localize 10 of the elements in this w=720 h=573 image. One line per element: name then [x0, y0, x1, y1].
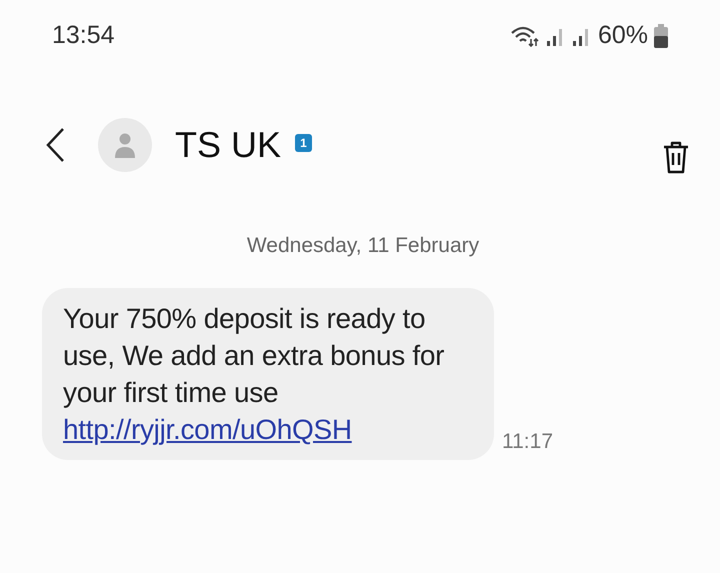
sim-badge: 1 [295, 134, 312, 152]
clock: 13:54 [52, 20, 115, 52]
wifi-icon [510, 25, 540, 47]
battery-icon [654, 24, 668, 48]
date-divider: Wednesday, 11 February [246, 233, 480, 259]
message-time: 11:17 [502, 429, 553, 455]
battery-percentage: 60% [598, 20, 648, 52]
message-link[interactable]: http://ryjjr.com/uOhQSH [63, 410, 352, 448]
message-text: Your 750% deposit is ready to use, We add an extra bonus for your first time use [63, 302, 446, 410]
contact-name: TS UK [175, 123, 282, 167]
